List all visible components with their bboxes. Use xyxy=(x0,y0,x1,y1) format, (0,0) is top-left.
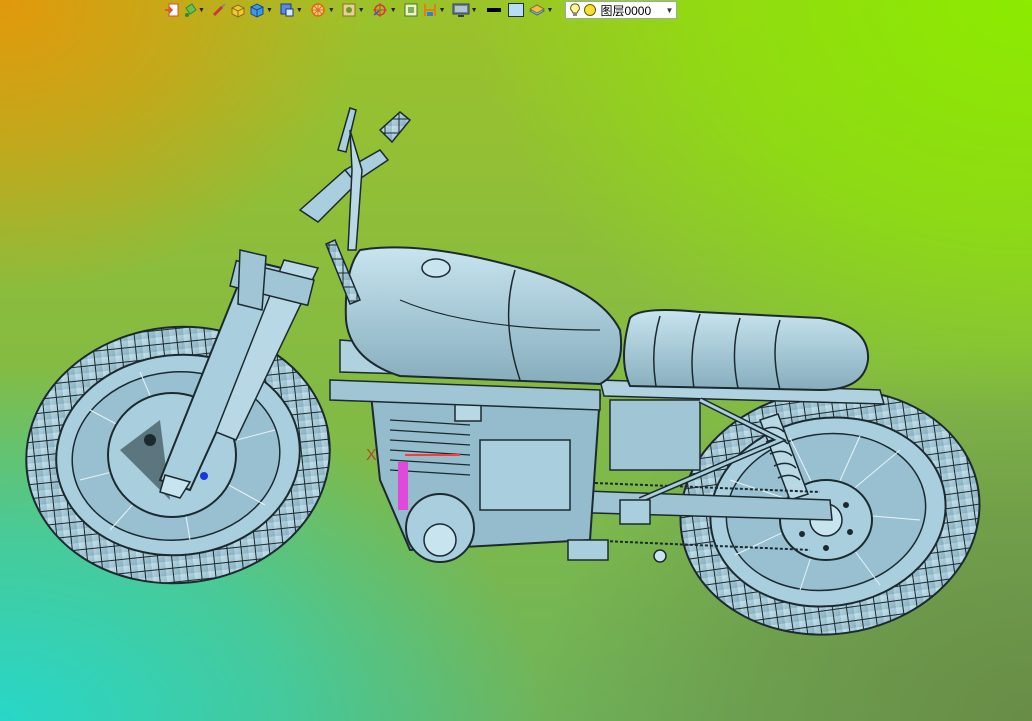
view-cube-icon xyxy=(280,3,294,17)
chevron-down-icon[interactable]: ▼ xyxy=(390,7,397,14)
chevron-down-icon[interactable]: ▼ xyxy=(666,6,674,15)
layer-name: 图层0000 xyxy=(600,3,652,18)
crosshair-icon xyxy=(372,3,387,17)
3d-viewport[interactable]: X ▼ ▼ ▼ ▼ ▼ ▼ ▼ ▼ ▼ 图层0000 ▼ xyxy=(0,0,1032,721)
render-button[interactable]: ▼ xyxy=(341,0,368,20)
seat xyxy=(623,309,870,392)
layer-color-dot-icon[interactable] xyxy=(583,3,597,17)
insert-button[interactable] xyxy=(164,0,180,20)
box-icon xyxy=(231,4,245,18)
brush-button[interactable] xyxy=(211,0,227,20)
layers-button[interactable]: ▼ xyxy=(528,0,557,20)
cube-icon xyxy=(250,3,264,18)
frame-icon xyxy=(404,3,418,17)
section-icon xyxy=(423,4,436,16)
chevron-down-icon[interactable]: ▼ xyxy=(439,7,446,14)
fill-color-icon xyxy=(507,3,524,17)
monitor-button[interactable]: ▼ xyxy=(452,0,481,20)
fill-color-button[interactable] xyxy=(507,0,525,20)
monitor-icon xyxy=(452,3,470,17)
box-button[interactable] xyxy=(230,0,246,20)
chevron-down-icon[interactable]: ▼ xyxy=(198,7,205,14)
wheel-icon xyxy=(311,3,325,17)
axis-x-label: X xyxy=(366,447,377,464)
chevron-down-icon[interactable]: ▼ xyxy=(358,7,365,14)
line-color-icon xyxy=(486,8,501,12)
top-toolbar: ▼ ▼ ▼ ▼ ▼ ▼ ▼ ▼ ▼ 图层0000 ▼ xyxy=(164,0,678,20)
fuel-tank xyxy=(344,246,623,386)
engine xyxy=(368,383,602,563)
view-cube-button[interactable]: ▼ xyxy=(279,0,306,20)
render-icon xyxy=(342,3,356,17)
brush-icon xyxy=(212,3,226,17)
lightbulb-icon[interactable] xyxy=(569,3,581,17)
chevron-down-icon[interactable]: ▼ xyxy=(471,7,478,14)
layer-dropdown[interactable]: 图层0000 ▼ xyxy=(565,1,678,19)
line-color-button[interactable] xyxy=(484,0,504,20)
chevron-down-icon[interactable]: ▼ xyxy=(328,7,335,14)
chevron-down-icon[interactable]: ▼ xyxy=(266,7,273,14)
insert-icon xyxy=(165,3,179,17)
chevron-down-icon[interactable]: ▼ xyxy=(547,7,554,14)
cube-button[interactable]: ▼ xyxy=(249,0,276,20)
motorcycle-model[interactable]: X xyxy=(0,0,1032,721)
chevron-down-icon[interactable]: ▼ xyxy=(296,7,303,14)
crosshair-button[interactable]: ▼ xyxy=(371,0,400,20)
layers-icon xyxy=(528,4,545,16)
paint-bucket-button[interactable]: ▼ xyxy=(183,0,208,20)
section-button[interactable]: ▼ xyxy=(422,0,449,20)
wheel-button[interactable]: ▼ xyxy=(309,0,338,20)
frame-button[interactable] xyxy=(403,0,419,20)
paint-bucket-icon xyxy=(185,3,197,17)
